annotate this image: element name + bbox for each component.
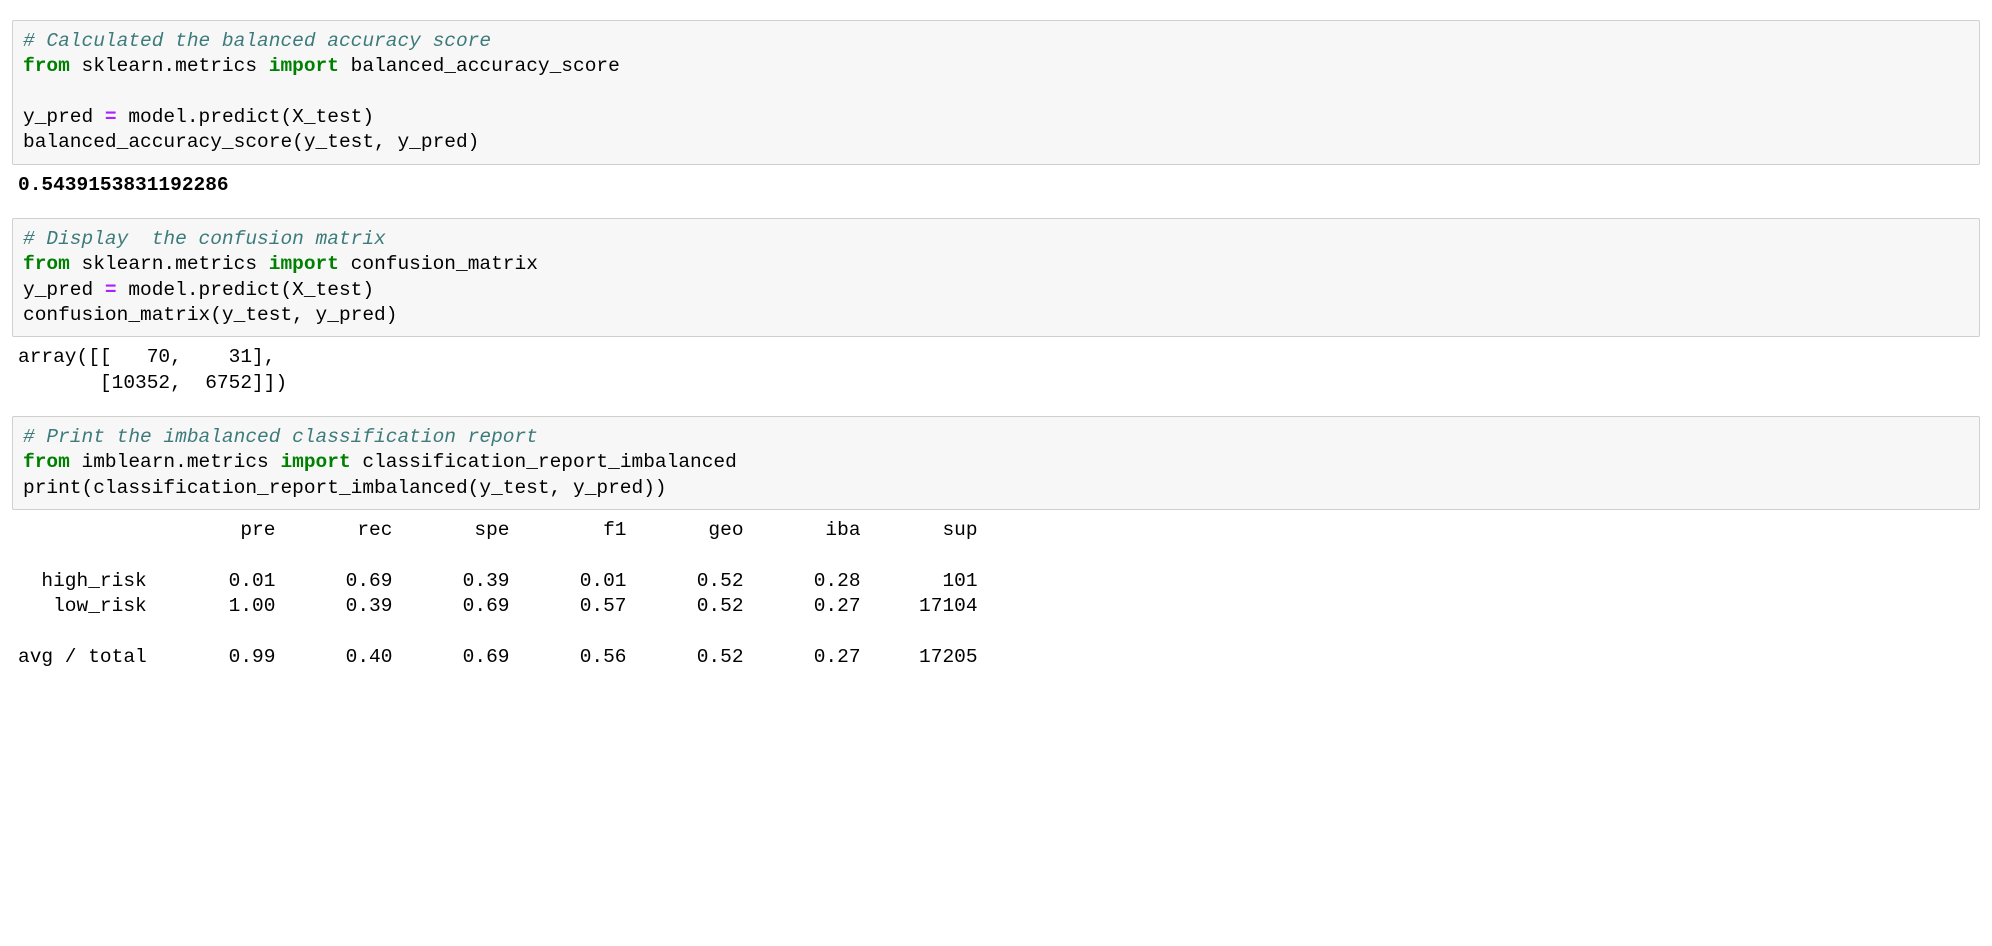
output-cell-3: pre rec spe f1 geo iba sup high_risk 0.0… (12, 516, 1980, 672)
code-cell-3[interactable]: # Print the imbalanced classification re… (12, 416, 1980, 510)
notebook: # Calculated the balanced accuracy score… (12, 20, 1980, 672)
output-cell-2: array([[ 70, 31], [10352, 6752]]) (12, 343, 1980, 398)
code-cell-2[interactable]: # Display the confusion matrix from skle… (12, 218, 1980, 337)
code-cell-1[interactable]: # Calculated the balanced accuracy score… (12, 20, 1980, 165)
code-cell-3-content: # Print the imbalanced classification re… (23, 426, 737, 499)
code-cell-1-content: # Calculated the balanced accuracy score… (23, 30, 620, 153)
code-cell-2-content: # Display the confusion matrix from skle… (23, 228, 538, 326)
output-cell-1: 0.5439153831192286 (12, 171, 1980, 200)
